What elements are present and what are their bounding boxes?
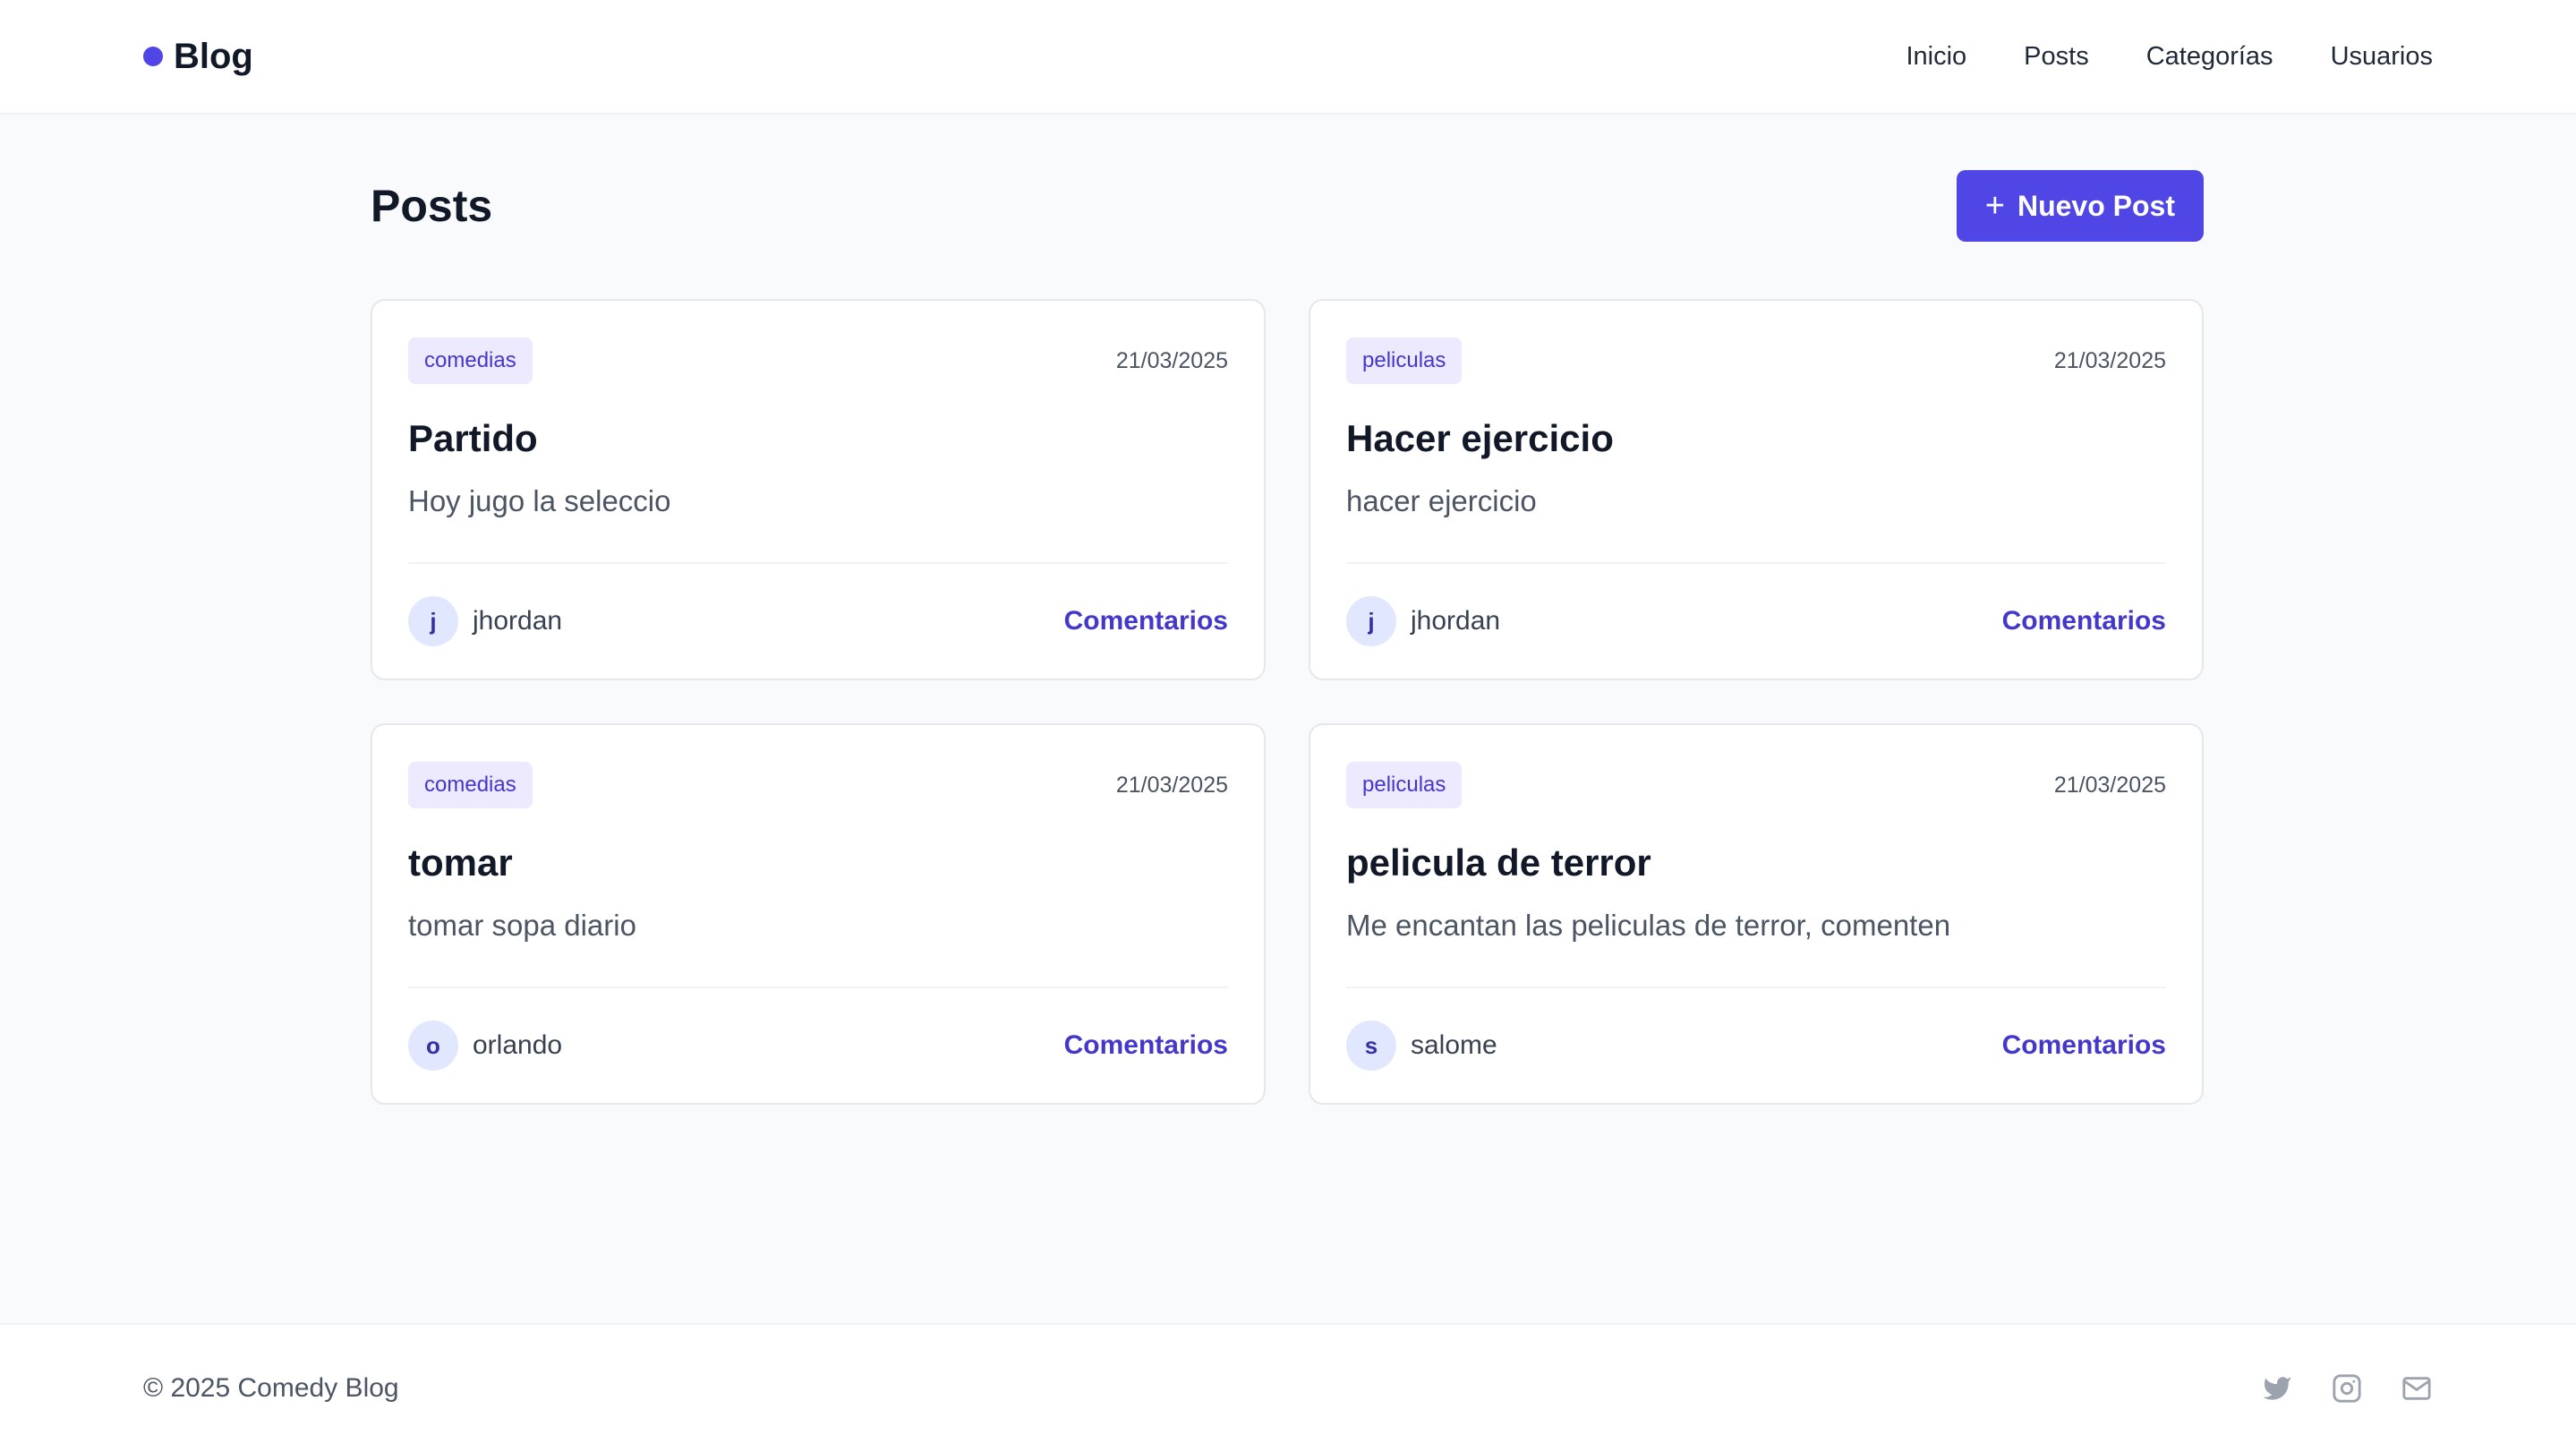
post-title[interactable]: Partido	[408, 415, 1228, 462]
brand-dot-icon	[143, 47, 163, 66]
avatar: j	[408, 596, 458, 646]
comments-link[interactable]: Comentarios	[1064, 606, 1228, 636]
post-title[interactable]: Hacer ejercicio	[1346, 415, 2166, 462]
page-title: Posts	[371, 181, 493, 231]
card-divider	[1346, 562, 2166, 564]
post-title[interactable]: pelicula de terror	[1346, 840, 2166, 886]
brand-logo[interactable]: Blog	[143, 37, 253, 77]
card-divider	[408, 562, 1228, 564]
post-title[interactable]: tomar	[408, 840, 1228, 886]
post-card: peliculas 21/03/2025 pelicula de terror …	[1309, 723, 2204, 1105]
avatar: o	[408, 1021, 458, 1071]
avatar: s	[1346, 1021, 1396, 1071]
post-date: 21/03/2025	[1115, 772, 1228, 798]
post-date: 21/03/2025	[2053, 772, 2166, 798]
nav-link-categorias[interactable]: Categorías	[2146, 42, 2273, 72]
post-author: j jhordan	[408, 596, 562, 646]
main-nav: Inicio Posts Categorías Usuarios	[1906, 42, 2433, 72]
nav-link-inicio[interactable]: Inicio	[1906, 42, 1966, 72]
author-name: salome	[1411, 1030, 1497, 1060]
category-badge[interactable]: peliculas	[1346, 762, 1463, 808]
card-divider	[408, 987, 1228, 988]
post-card: comedias 21/03/2025 tomar tomar sopa dia…	[371, 723, 1266, 1105]
category-badge[interactable]: peliculas	[1346, 337, 1463, 384]
card-divider	[1346, 987, 2166, 988]
post-date: 21/03/2025	[2053, 347, 2166, 373]
posts-grid: comedias 21/03/2025 Partido Hoy jugo la …	[371, 299, 2204, 1105]
social-links	[2261, 1372, 2433, 1405]
comments-link[interactable]: Comentarios	[1064, 1030, 1228, 1061]
nav-link-usuarios[interactable]: Usuarios	[2331, 42, 2433, 72]
post-author: s salome	[1346, 1021, 1497, 1071]
category-badge[interactable]: comedias	[408, 762, 533, 808]
comments-link[interactable]: Comentarios	[2002, 1030, 2166, 1061]
comments-link[interactable]: Comentarios	[2002, 606, 2166, 636]
main-content: Posts + Nuevo Post comedias 21/03/2025 P…	[371, 170, 2204, 1105]
author-name: orlando	[473, 1030, 563, 1060]
category-badge[interactable]: comedias	[408, 337, 533, 384]
plus-icon: +	[1984, 187, 2005, 225]
page-header: Posts + Nuevo Post	[371, 170, 2204, 242]
author-name: jhordan	[1411, 606, 1501, 636]
post-date: 21/03/2025	[1115, 347, 1228, 373]
avatar: j	[1346, 596, 1396, 646]
mail-icon[interactable]	[2401, 1372, 2433, 1405]
post-author: j jhordan	[1346, 596, 1500, 646]
post-card: peliculas 21/03/2025 Hacer ejercicio hac…	[1309, 299, 2204, 680]
nav-link-posts[interactable]: Posts	[2024, 42, 2089, 72]
instagram-icon[interactable]	[2331, 1372, 2363, 1405]
post-excerpt: hacer ejercicio	[1346, 484, 1537, 517]
post-card: comedias 21/03/2025 Partido Hoy jugo la …	[371, 299, 1266, 680]
twitter-icon[interactable]	[2261, 1372, 2293, 1405]
post-author: o orlando	[408, 1021, 562, 1071]
post-excerpt: tomar sopa diario	[408, 909, 636, 942]
top-navbar: Blog Inicio Posts Categorías Usuarios	[0, 0, 2576, 115]
copyright-text: © 2025 Comedy Blog	[143, 1373, 399, 1403]
new-post-button[interactable]: + Nuevo Post	[1956, 170, 2204, 242]
post-excerpt: Me encantan las peliculas de terror, com…	[1346, 909, 1951, 942]
site-footer: © 2025 Comedy Blog	[0, 1323, 2576, 1452]
post-excerpt: Hoy jugo la seleccio	[408, 484, 671, 517]
brand-name: Blog	[174, 36, 253, 76]
author-name: jhordan	[473, 606, 563, 636]
new-post-label: Nuevo Post	[2017, 189, 2175, 222]
